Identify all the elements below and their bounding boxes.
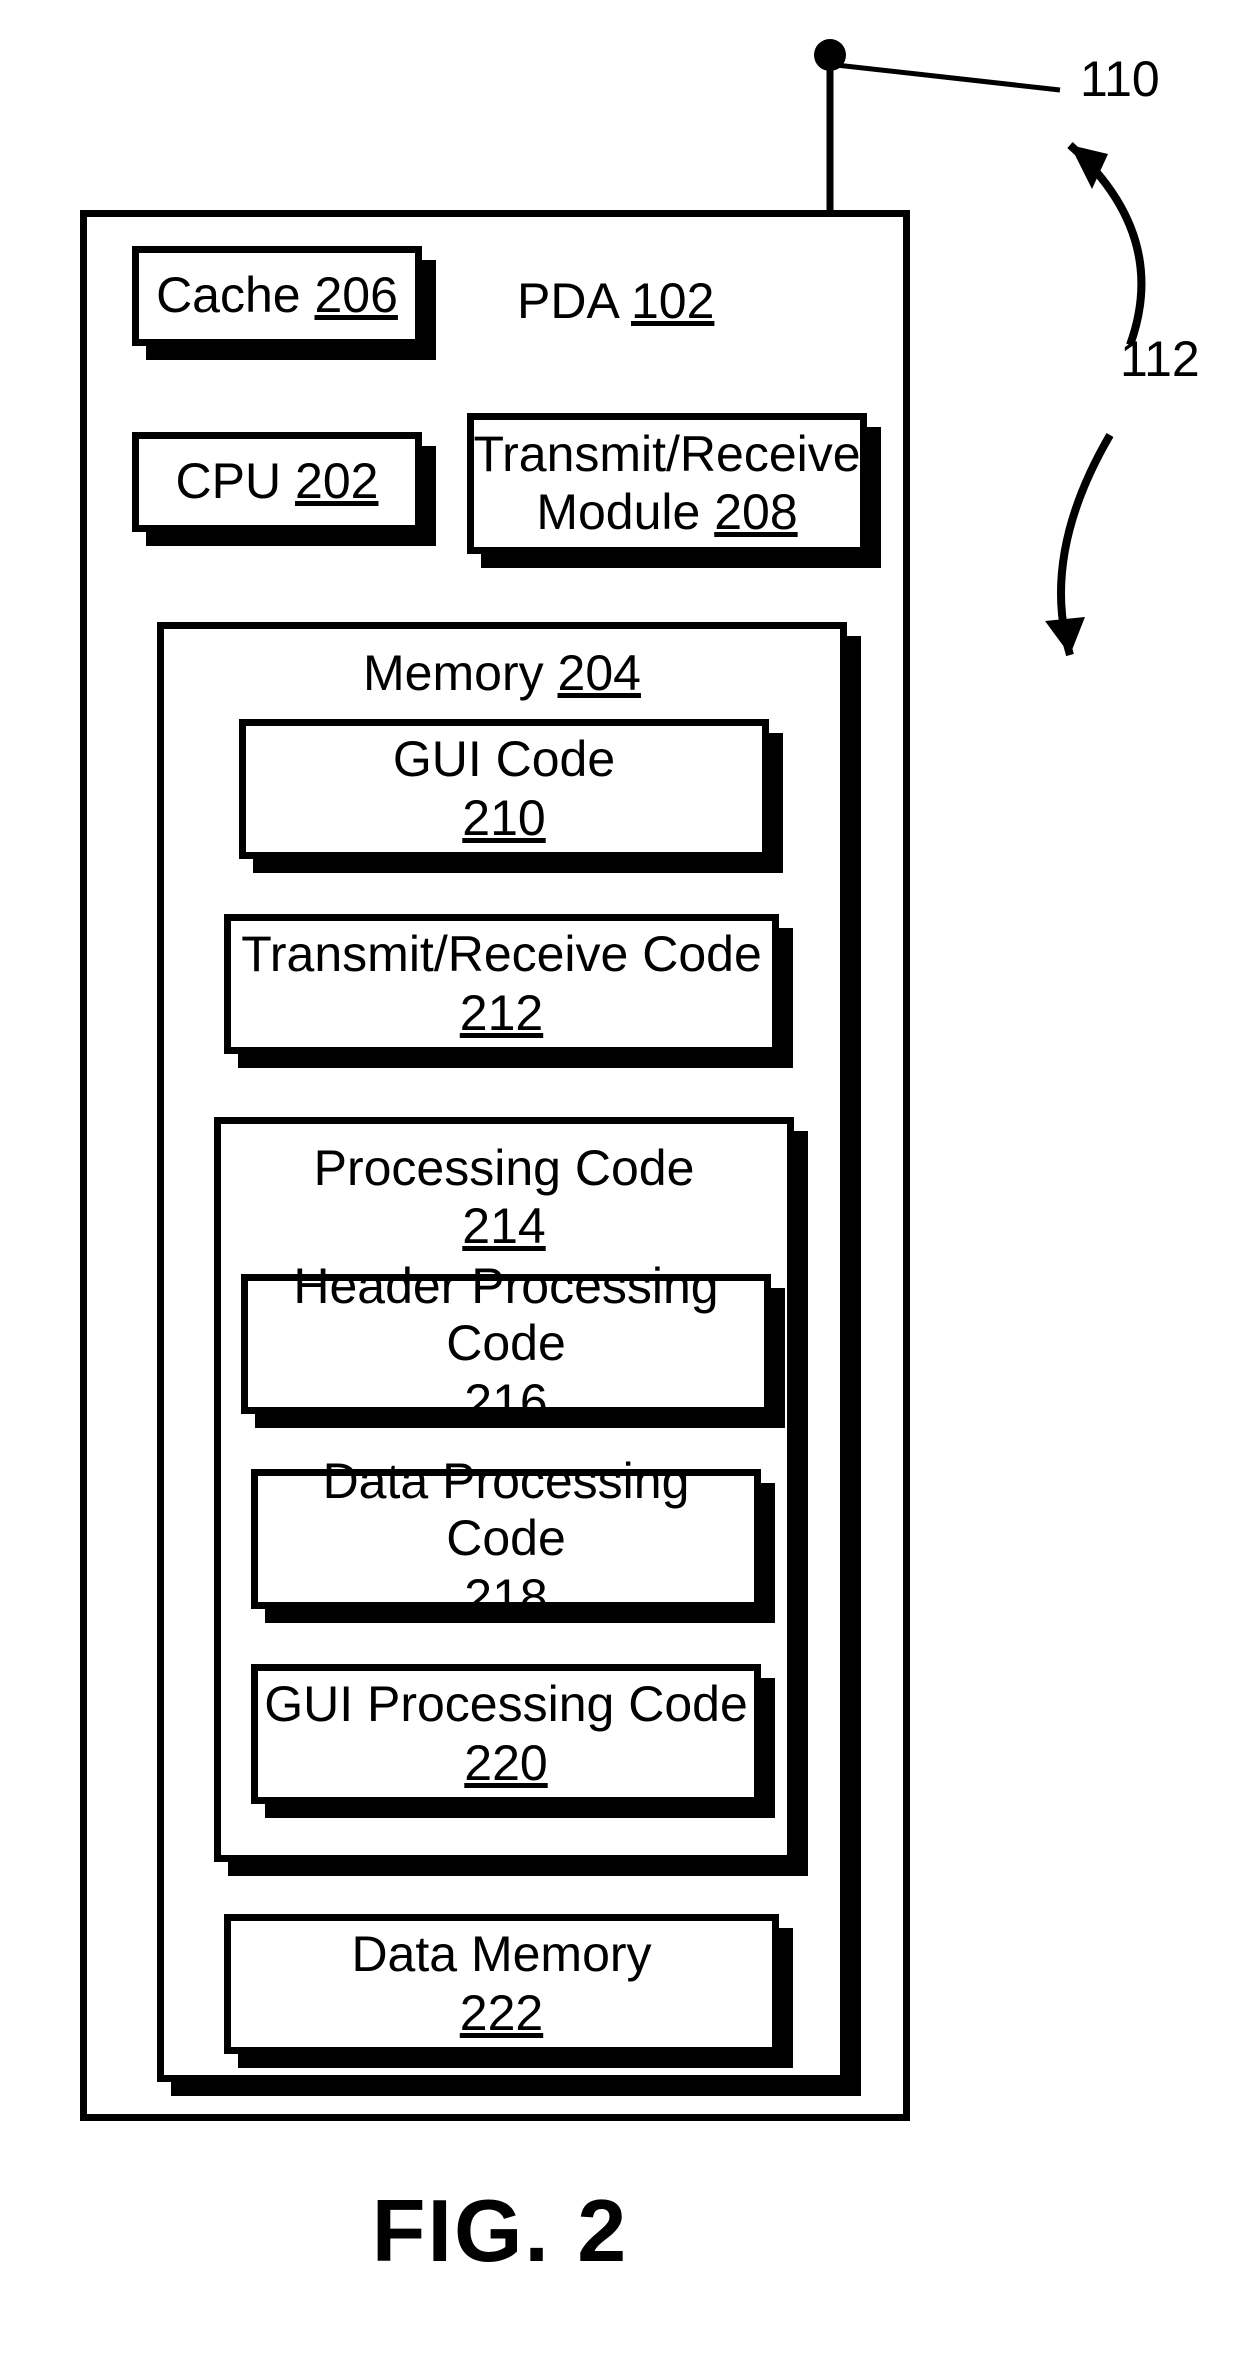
header-proc-num: 216: [464, 1373, 547, 1431]
gui-proc-box: GUI Processing Code 220: [251, 1664, 761, 1804]
memory-box: Memory 204 GUI Code 210 Transmit/Receive…: [157, 622, 847, 2082]
cache-box: Cache 206: [132, 246, 422, 346]
header-proc-box: Header Processing Code 216: [241, 1274, 771, 1414]
cpu-box: CPU 202: [132, 432, 422, 532]
ref-arrows-112: 112: [1120, 330, 1200, 388]
data-proc-label: Data Processing Code: [258, 1453, 754, 1568]
gui-code-num: 210: [462, 789, 545, 847]
tr-module-label: Transmit/Receive: [473, 426, 860, 484]
tr-module-num: 208: [714, 484, 797, 540]
cache-row: Cache 206: [156, 267, 398, 325]
memory-num: 204: [558, 645, 641, 701]
cache-num: 206: [315, 267, 398, 323]
pda-box: PDA 102 Cache 206 CPU 202 Transmit/Recei…: [80, 210, 910, 2121]
gui-proc-label: GUI Processing Code: [264, 1676, 748, 1734]
gui-code-label: GUI Code: [393, 731, 615, 789]
proc-num: 214: [462, 1198, 545, 1254]
data-proc-box: Data Processing Code 218: [251, 1469, 761, 1609]
processing-code-box: Processing Code 214 Header Processing Co…: [214, 1117, 794, 1862]
figure-label: FIG. 2: [0, 2180, 1000, 2282]
gui-proc-num: 220: [464, 1734, 547, 1792]
data-mem-label: Data Memory: [351, 1926, 651, 1984]
cpu-label: CPU: [176, 453, 282, 509]
gui-code-box: GUI Code 210: [239, 719, 769, 859]
tr-code-label: Transmit/Receive Code: [241, 926, 762, 984]
tr-code-box: Transmit/Receive Code 212: [224, 914, 779, 1054]
ref-antenna-110: 110: [1080, 50, 1160, 108]
pda-num: 102: [631, 273, 714, 329]
tr-module-row2: Module 208: [536, 484, 797, 542]
pda-title: PDA 102: [517, 272, 714, 330]
pda-label: PDA: [517, 273, 617, 329]
data-mem-num: 222: [460, 1984, 543, 2042]
proc-title: Processing Code 214: [221, 1139, 787, 1255]
cpu-num: 202: [295, 453, 378, 509]
tr-code-num: 212: [460, 984, 543, 1042]
memory-label: Memory: [363, 645, 544, 701]
diagram-canvas: 110 112 PDA 102 Cache 206 CPU 202 Transm…: [0, 0, 1247, 2376]
header-proc-label: Header Processing Code: [248, 1258, 764, 1373]
data-memory-box: Data Memory 222: [224, 1914, 779, 2054]
cpu-row: CPU 202: [176, 453, 379, 511]
memory-title: Memory 204: [164, 644, 840, 702]
tr-module-box: Transmit/Receive Module 208: [467, 413, 867, 554]
data-proc-num: 218: [464, 1568, 547, 1626]
proc-label: Processing Code: [314, 1140, 695, 1196]
cache-label: Cache: [156, 267, 301, 323]
